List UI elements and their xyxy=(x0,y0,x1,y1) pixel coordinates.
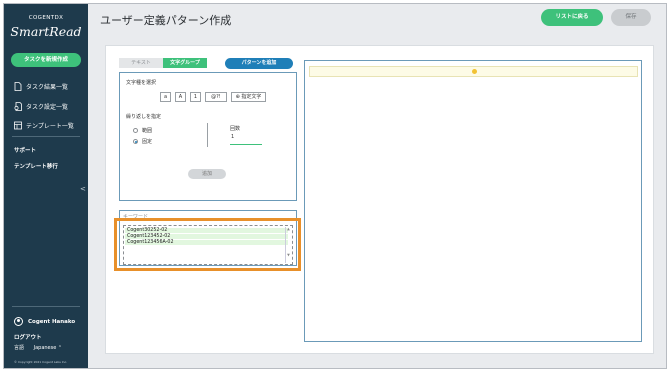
brand-logo-text: SmartRead xyxy=(10,24,82,39)
sidebar-item-task-settings[interactable]: タスク設定一覧 xyxy=(14,102,68,111)
copyright-text: © Copyright 2021 Cogent Labs Inc. xyxy=(14,360,68,364)
radio-range-label: 範囲 xyxy=(142,128,153,134)
sidebar: COGENTDX SmartRead タスクを新規作成 タスク結果一覧 タスク設… xyxy=(4,4,88,368)
radio-fixed-label: 固定 xyxy=(142,139,153,145)
char-select-label: 文字種を選択 xyxy=(126,80,157,86)
user-menu[interactable]: Cogent Hanako xyxy=(14,317,75,326)
add-pattern-button[interactable]: パターンを追加 xyxy=(225,58,293,69)
logout-link[interactable]: ログアウト xyxy=(14,333,42,341)
sidebar-item-template-transfer[interactable]: テンプレート移行 xyxy=(14,162,58,170)
tab-bar: テキスト 文字グループ xyxy=(119,58,207,68)
tab-text[interactable]: テキスト xyxy=(119,58,163,68)
add-button[interactable]: 追加 xyxy=(188,169,226,179)
pattern-bar[interactable] xyxy=(309,66,638,77)
char-group-panel: 文字種を選択 a A 1 @?! ⊕ 指定文字 繰り返しを指定 範囲 固定 回数… xyxy=(119,72,297,201)
sidebar-divider xyxy=(12,306,80,307)
highlight-box xyxy=(114,218,301,271)
sidebar-item-task-results[interactable]: タスク結果一覧 xyxy=(14,82,68,91)
count-label: 回数 xyxy=(230,126,241,132)
sidebar-item-label: テンプレート一覧 xyxy=(26,123,74,130)
language-label: 言語 xyxy=(14,345,25,351)
main-panel: テキスト 文字グループ パターンを追加 文字種を選択 a A 1 @?! ⊕ 指… xyxy=(105,45,654,354)
sidebar-item-support[interactable]: サポート xyxy=(14,146,36,154)
sidebar-item-templates[interactable]: テンプレート一覧 xyxy=(14,121,74,130)
app-window: COGENTDX SmartRead タスクを新規作成 タスク結果一覧 タスク設… xyxy=(3,3,667,369)
radio-range[interactable] xyxy=(133,128,138,133)
user-name: Cogent Hanako xyxy=(28,318,76,325)
char-lowercase-button[interactable]: a xyxy=(160,92,171,102)
radio-fixed[interactable] xyxy=(133,139,138,144)
brand-top-text: COGENTDX xyxy=(28,15,64,21)
repeat-label: 繰り返しを指定 xyxy=(126,114,162,120)
save-button[interactable]: 保存 xyxy=(611,9,651,26)
count-input-underline xyxy=(230,144,262,145)
template-icon xyxy=(14,121,22,130)
document-icon xyxy=(14,82,22,91)
count-input[interactable]: 1 xyxy=(231,134,234,140)
back-to-list-button[interactable]: リストに戻る xyxy=(541,9,603,26)
char-specified-button[interactable]: ⊕ 指定文字 xyxy=(231,92,266,102)
char-symbol-button[interactable]: @?! xyxy=(205,92,227,102)
sidebar-item-label: タスク結果一覧 xyxy=(26,84,69,91)
document-gear-icon xyxy=(14,102,22,111)
sidebar-item-label: タスク設定一覧 xyxy=(26,104,69,111)
avatar-icon xyxy=(14,317,23,326)
new-task-button[interactable]: タスクを新規作成 xyxy=(11,53,81,67)
sidebar-divider xyxy=(12,136,80,137)
page-title: ユーザー定義パターン作成 xyxy=(100,14,232,27)
pattern-preview-panel xyxy=(304,60,642,342)
char-uppercase-button[interactable]: A xyxy=(175,92,186,102)
language-value: Japanese ⌃ xyxy=(33,345,63,351)
tab-char-group[interactable]: 文字グループ xyxy=(163,58,207,68)
pattern-dot-icon xyxy=(472,69,477,74)
collapse-sidebar-icon[interactable]: < xyxy=(80,185,86,193)
repeat-divider xyxy=(207,123,208,147)
header: ユーザー定義パターン作成 リストに戻る 保存 xyxy=(88,4,666,34)
language-selector[interactable]: 言語 Japanese ⌃ xyxy=(14,344,62,351)
char-digit-button[interactable]: 1 xyxy=(190,92,201,102)
